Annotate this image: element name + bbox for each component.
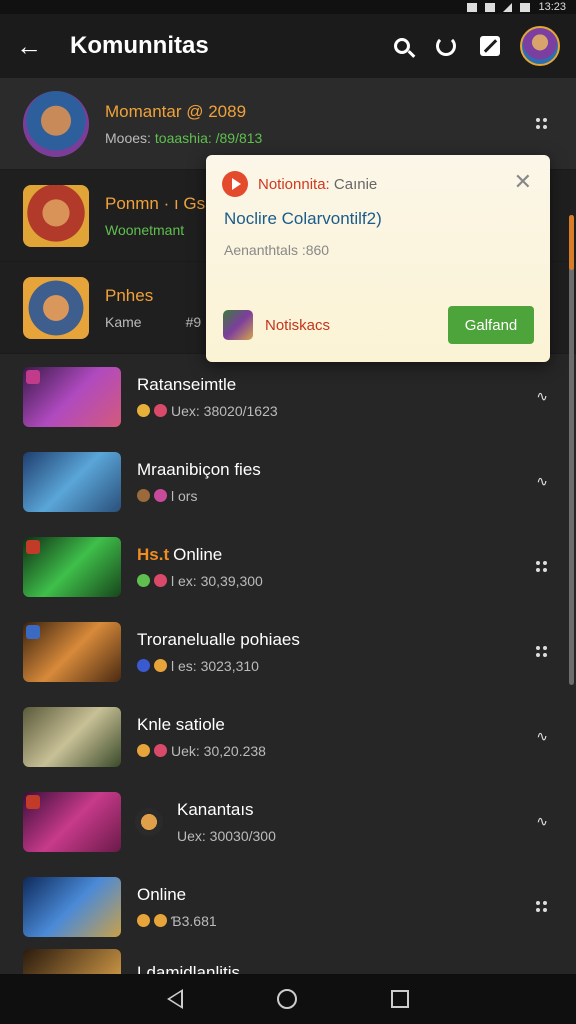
app-bar: ← Komunnitas xyxy=(0,14,576,78)
gem-icon xyxy=(154,404,167,417)
game-title: Kanantaıs xyxy=(177,799,254,819)
scrollbar-thumb[interactable] xyxy=(569,215,574,270)
game-title: Knle satiole xyxy=(137,714,225,734)
nav-recents-icon[interactable] xyxy=(391,990,409,1008)
signal-icon xyxy=(503,2,513,12)
game-thumbnail xyxy=(23,536,121,597)
more-options-icon[interactable] xyxy=(536,900,548,913)
notification-title[interactable]: Noclire Colarvontilf2) xyxy=(224,209,382,229)
item-subtitle-extra: #9 xyxy=(185,313,202,330)
game-title: Online xyxy=(173,544,223,564)
notification-header: Notionnita: Caınie xyxy=(222,171,377,197)
game-row[interactable]: Mraanibiçon fies l ors ∿ xyxy=(0,439,576,524)
navigation-bar xyxy=(0,974,576,1024)
notification-popup: Notionnita: Caınie ✕ Noclire Colarvontil… xyxy=(206,155,550,362)
emoji-icon xyxy=(137,489,150,502)
notification-footer-label: Notiskacs xyxy=(265,316,331,334)
activity-icon[interactable]: ∿ xyxy=(536,728,548,745)
emoji-icon xyxy=(137,659,150,672)
status-bar: 13:23 xyxy=(0,0,576,14)
game-meta: l ors xyxy=(171,487,198,504)
item-title: Momantar @ 2089 xyxy=(105,101,247,121)
game-meta: Uex: 30030/300 xyxy=(177,827,276,844)
item-subtitle-prefix: Mooes: xyxy=(105,129,151,146)
hot-badge: Hs.t xyxy=(137,544,170,564)
game-thumbnail xyxy=(23,366,121,427)
emoji-icon xyxy=(137,404,150,417)
game-thumbnail xyxy=(23,876,121,937)
game-row[interactable]: Kanantaıs Uex: 30030/300 ∿ xyxy=(0,779,576,864)
notification-footer: Notiskacs Galfand xyxy=(223,306,534,344)
status-time: 13:23 xyxy=(538,1,566,13)
game-row[interactable]: Hs.t Online l ex: 30,39,300 xyxy=(0,524,576,609)
avatar xyxy=(23,90,89,157)
game-meta: Uek: 30,20.238 xyxy=(171,742,266,759)
compose-icon[interactable] xyxy=(468,24,512,68)
avatar xyxy=(23,184,89,247)
emoji-icon xyxy=(137,574,150,587)
game-meta: l es: 3023,310 xyxy=(171,657,259,674)
activity-icon[interactable]: ∿ xyxy=(536,473,548,490)
game-meta: Ɓ3.681 xyxy=(171,912,217,929)
item-subtitle: toaashia: /89/813 xyxy=(154,129,263,146)
game-thumbnail xyxy=(23,949,121,974)
emoji-icon xyxy=(137,744,150,757)
more-options-icon[interactable] xyxy=(536,560,548,573)
gem-icon xyxy=(154,914,167,927)
refresh-icon[interactable] xyxy=(424,24,468,68)
game-thumbnail xyxy=(23,621,121,682)
game-title: Ldamidlanlitis xyxy=(137,963,240,974)
item-subtitle: Kame xyxy=(105,313,142,330)
game-title: Troranelualle pohiaes xyxy=(137,629,300,649)
game-thumbnail xyxy=(23,706,121,767)
close-icon[interactable]: ✕ xyxy=(514,169,532,195)
notification-icon xyxy=(467,2,478,12)
gem-icon xyxy=(154,744,167,757)
more-options-icon[interactable] xyxy=(536,117,548,130)
gem-icon xyxy=(154,574,167,587)
nav-back-icon[interactable] xyxy=(167,989,183,1009)
more-options-icon[interactable] xyxy=(536,645,548,658)
play-icon xyxy=(222,171,248,197)
sim-icon xyxy=(485,2,496,12)
scrollbar[interactable] xyxy=(569,215,574,685)
game-row[interactable]: Ratanseimtle Uex: 38020/1623 ∿ xyxy=(0,354,576,439)
game-icon xyxy=(223,310,253,340)
game-title: Online xyxy=(137,884,187,904)
game-title: Mraanibiçon fies xyxy=(137,459,261,479)
user-avatar xyxy=(135,807,163,836)
game-row[interactable]: Online Ɓ3.681 xyxy=(0,864,576,949)
game-meta: Uex: 38020/1623 xyxy=(171,402,278,419)
game-row[interactable]: Knle satiole Uek: 30,20.238 ∿ xyxy=(0,694,576,779)
notification-app-suffix: Caınie xyxy=(333,175,378,193)
page-title: Komunnitas xyxy=(70,32,209,59)
app-screen: 13:23 ← Komunnitas Momantar @ 2089 Mooes… xyxy=(0,0,576,1024)
emoji-icon xyxy=(137,914,150,927)
game-row[interactable]: Troranelualle pohiaes l es: 3023,310 xyxy=(0,609,576,694)
game-thumbnail xyxy=(23,791,121,852)
gem-icon xyxy=(154,489,167,502)
game-row[interactable]: Ldamidlanlitis xyxy=(0,949,576,974)
search-icon[interactable] xyxy=(380,24,424,68)
back-arrow-icon[interactable]: ← xyxy=(0,14,58,78)
game-meta: l ex: 30,39,300 xyxy=(171,572,263,589)
notification-app-name: Notionnita: xyxy=(258,175,330,193)
battery-icon xyxy=(520,2,531,12)
gem-icon xyxy=(154,659,167,672)
game-title: Ratanseimtle xyxy=(137,374,237,394)
notification-action-button[interactable]: Galfand xyxy=(448,306,534,344)
game-thumbnail xyxy=(23,451,121,512)
nav-home-icon[interactable] xyxy=(277,989,297,1009)
profile-avatar[interactable] xyxy=(520,26,560,66)
avatar xyxy=(23,276,89,339)
notification-body: Aenanthtals :860 xyxy=(224,242,330,258)
activity-icon[interactable]: ∿ xyxy=(536,813,548,830)
activity-icon[interactable]: ∿ xyxy=(536,388,548,405)
